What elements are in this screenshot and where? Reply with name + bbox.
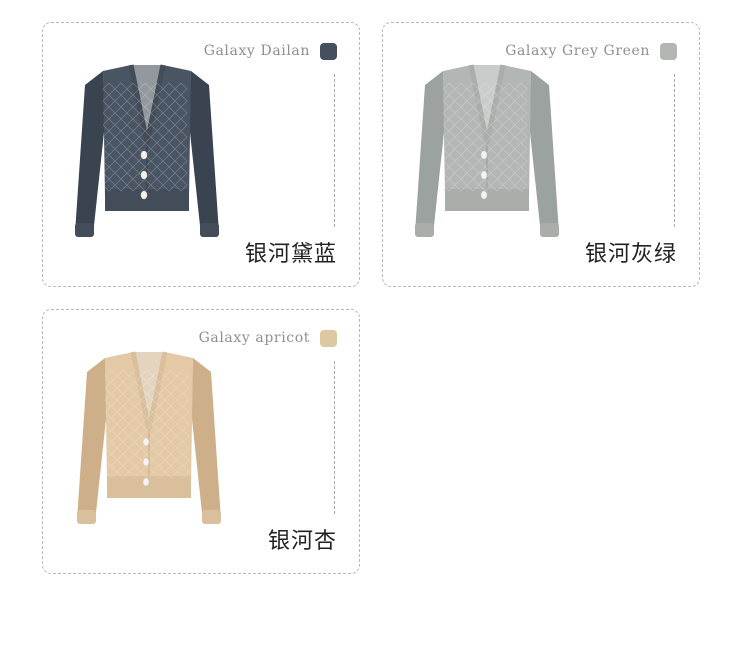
color-name-row: Galaxy Dailan xyxy=(204,42,337,60)
cardigan-button xyxy=(480,170,488,180)
color-name-row: Galaxy Grey Green xyxy=(505,42,677,60)
left-cuff xyxy=(77,510,96,524)
left-cuff xyxy=(75,223,94,237)
product-color-card[interactable]: Galaxy Dailan 银河黛蓝 xyxy=(42,22,360,287)
cardigan-button xyxy=(142,477,150,487)
left-sleeve xyxy=(415,71,445,235)
divider-line xyxy=(334,361,335,514)
divider-line xyxy=(674,74,675,227)
hem-rib xyxy=(107,476,191,498)
color-name-row: Galaxy apricot xyxy=(199,329,337,347)
color-name-english: Galaxy Dailan xyxy=(203,43,310,59)
cardigan-button xyxy=(142,457,150,467)
right-cuff xyxy=(200,223,219,237)
cardigan-image xyxy=(75,64,219,237)
product-color-card[interactable]: Galaxy apricot 银河杏 xyxy=(42,309,360,574)
cardigan-button xyxy=(140,170,148,180)
color-name-chinese: 银河杏 xyxy=(267,529,337,554)
color-swatch xyxy=(320,42,337,60)
cardigan-image xyxy=(77,351,221,524)
left-sleeve xyxy=(77,358,107,522)
color-name-chinese: 银河灰绿 xyxy=(584,242,677,267)
product-color-card[interactable]: Galaxy Grey Green 银河灰绿 xyxy=(382,22,700,287)
color-swatch xyxy=(320,329,337,347)
cardigan-button xyxy=(140,150,148,160)
right-sleeve xyxy=(529,71,559,235)
right-cuff xyxy=(202,510,221,524)
cardigan-image xyxy=(415,64,559,237)
cardigan-button xyxy=(480,150,488,160)
left-sleeve xyxy=(75,71,105,235)
cardigan-button xyxy=(140,190,148,200)
right-sleeve xyxy=(189,71,219,235)
color-name-english: Galaxy Grey Green xyxy=(505,43,650,59)
color-name-english: Galaxy apricot xyxy=(198,330,310,346)
right-sleeve xyxy=(191,358,221,522)
cardigan-button xyxy=(142,437,150,447)
hem-rib xyxy=(445,189,529,211)
color-swatch xyxy=(660,42,677,60)
divider-line xyxy=(334,74,335,227)
hem-rib xyxy=(105,189,189,211)
left-cuff xyxy=(415,223,434,237)
color-name-chinese: 银河黛蓝 xyxy=(244,242,337,267)
cardigan-button xyxy=(480,190,488,200)
right-cuff xyxy=(540,223,559,237)
